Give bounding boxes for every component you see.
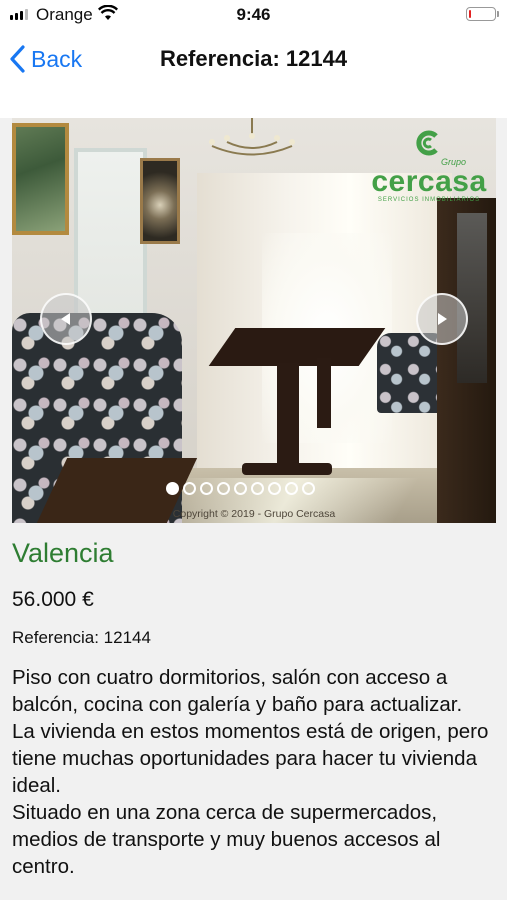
page-title: Referencia: 12144 xyxy=(159,46,348,71)
navigation-bar: Back Referencia: 12144 xyxy=(0,30,507,90)
next-photo-button[interactable] xyxy=(416,293,468,345)
status-time: 9:46 xyxy=(236,5,271,24)
carousel-dot[interactable] xyxy=(251,482,264,495)
description-paragraph: Situado en una zona cerca de supermercad… xyxy=(12,801,441,878)
painting-image xyxy=(140,158,180,244)
carousel-pagination xyxy=(166,482,315,495)
chevron-left-icon xyxy=(61,313,70,325)
battery-icon xyxy=(466,7,499,21)
table-image xyxy=(208,328,386,366)
logo-subtitle: SERVICIOS INMOBILIARIOS xyxy=(377,197,481,203)
carousel-dot[interactable] xyxy=(183,482,196,495)
carousel-dot[interactable] xyxy=(285,482,298,495)
cercasa-logo-icon xyxy=(416,130,438,156)
chevron-right-icon xyxy=(438,313,447,325)
property-photo-carousel[interactable]: Grupo cercasa SERVICIOS INMOBILIARIOS Co… xyxy=(12,118,496,523)
carousel-dot[interactable] xyxy=(200,482,213,495)
property-price: 56.000 € xyxy=(12,588,94,611)
carousel-dot[interactable] xyxy=(268,482,281,495)
carousel-dot[interactable] xyxy=(302,482,315,495)
description-paragraph: La vivienda en estos momentos está de or… xyxy=(12,720,489,797)
photo-copyright: Copyright © 2019 - Grupo Cercasa xyxy=(172,508,336,520)
logo-text: cercasa xyxy=(371,165,487,198)
carousel-dot[interactable] xyxy=(234,482,247,495)
header-spacer xyxy=(0,90,507,118)
status-bar: Orange 9:46 xyxy=(0,0,507,30)
property-reference: Referencia: 12144 xyxy=(12,628,151,647)
cercasa-logo: Grupo cercasa SERVICIOS INMOBILIARIOS xyxy=(362,128,496,218)
carousel-dot[interactable] xyxy=(217,482,230,495)
previous-photo-button[interactable] xyxy=(40,293,92,345)
property-description: Piso con cuatro dormitorios, salón con a… xyxy=(12,664,502,880)
description-paragraph: Piso con cuatro dormitorios, salón con a… xyxy=(12,666,463,716)
carousel-dot[interactable] xyxy=(166,482,179,495)
property-city: Valencia xyxy=(12,538,114,568)
painting-image xyxy=(12,123,69,235)
chandelier-image xyxy=(209,118,295,156)
